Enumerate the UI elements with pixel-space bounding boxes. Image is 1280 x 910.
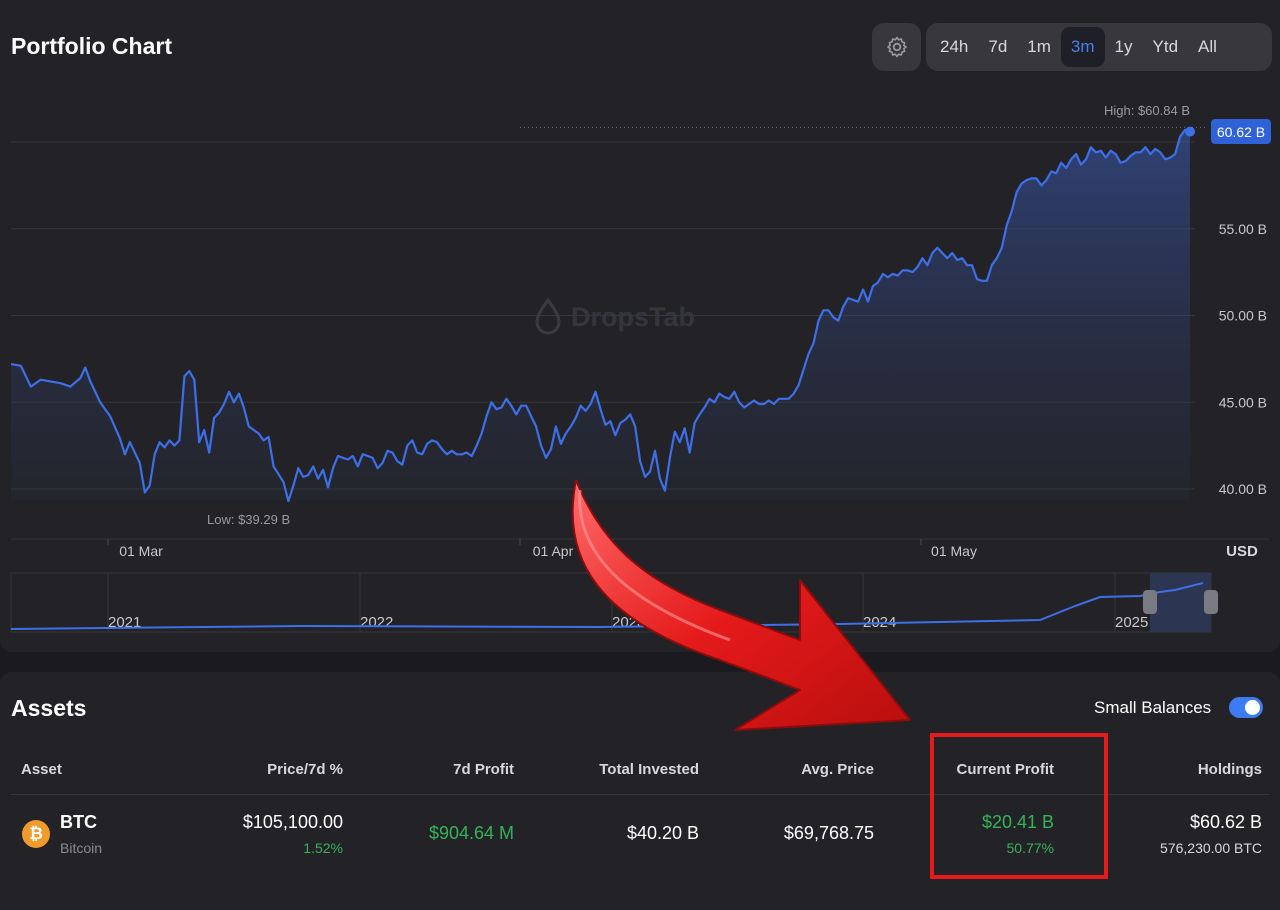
current-value-dot: [1185, 126, 1195, 137]
col-7d-profit[interactable]: 7d Profit: [453, 761, 514, 778]
small-balances-label: Small Balances: [1094, 698, 1212, 717]
col-holdings[interactable]: Holdings: [1198, 761, 1262, 778]
current-profit-highlight-box: [930, 733, 1108, 879]
currency-label: USD: [1226, 543, 1258, 560]
asset-price: $105,100.00: [242, 812, 343, 832]
navigator-selection[interactable]: [1150, 573, 1211, 632]
asset-symbol: BTC: [60, 812, 97, 832]
navigator-year-label: 2023: [612, 614, 645, 631]
high-label: High: $60.84 B: [1104, 103, 1190, 118]
col-asset[interactable]: Asset: [21, 761, 62, 778]
navigator-left-handle[interactable]: [1143, 590, 1157, 614]
watermark: DropsTab: [535, 297, 695, 335]
asset-holdings-amount: 576,230.00 BTC: [1160, 840, 1262, 856]
asset-change-7d: 1.52%: [303, 840, 343, 856]
y-tick-label: 45.00 B: [1219, 394, 1267, 410]
y-tick-label: 40.00 B: [1219, 481, 1267, 497]
x-tick-label: 01 Mar: [119, 543, 163, 559]
navigator-year-label: 2022: [360, 614, 393, 631]
col-avg-price[interactable]: Avg. Price: [801, 761, 874, 778]
col-price-7d[interactable]: Price/7d %: [267, 761, 343, 778]
portfolio-line-chart[interactable]: DropsTab High: $60.84 B Low: $39.29 B 60…: [0, 0, 1280, 652]
asset-avg-price: $69,768.75: [783, 823, 874, 843]
x-tick-label: 01 Apr: [533, 543, 574, 559]
asset-name: Bitcoin: [60, 840, 103, 856]
current-value-badge-text: 60.62 B: [1217, 124, 1265, 140]
x-tick-label: 01 May: [931, 543, 977, 559]
y-tick-label: 50.00 B: [1219, 308, 1267, 324]
asset-total-invested: $40.20 B: [626, 823, 699, 843]
bitcoin-icon: ₿: [22, 820, 50, 848]
y-tick-label: 55.00 B: [1219, 221, 1267, 237]
watermark-text: DropsTab: [571, 302, 695, 332]
low-label: Low: $39.29 B: [207, 512, 290, 527]
navigator-right-handle[interactable]: [1204, 590, 1218, 614]
asset-profit-7d: $904.64 M: [428, 823, 514, 843]
navigator-year-label: 2025: [1115, 614, 1148, 631]
asset-holdings-value: $60.62 B: [1189, 812, 1262, 832]
small-balances-toggle[interactable]: [1229, 697, 1263, 718]
col-total-invested[interactable]: Total Invested: [599, 761, 699, 778]
assets-title: Assets: [11, 695, 87, 721]
range-navigator[interactable]: 2021 2022 2023 2024 2025: [10, 572, 1218, 633]
